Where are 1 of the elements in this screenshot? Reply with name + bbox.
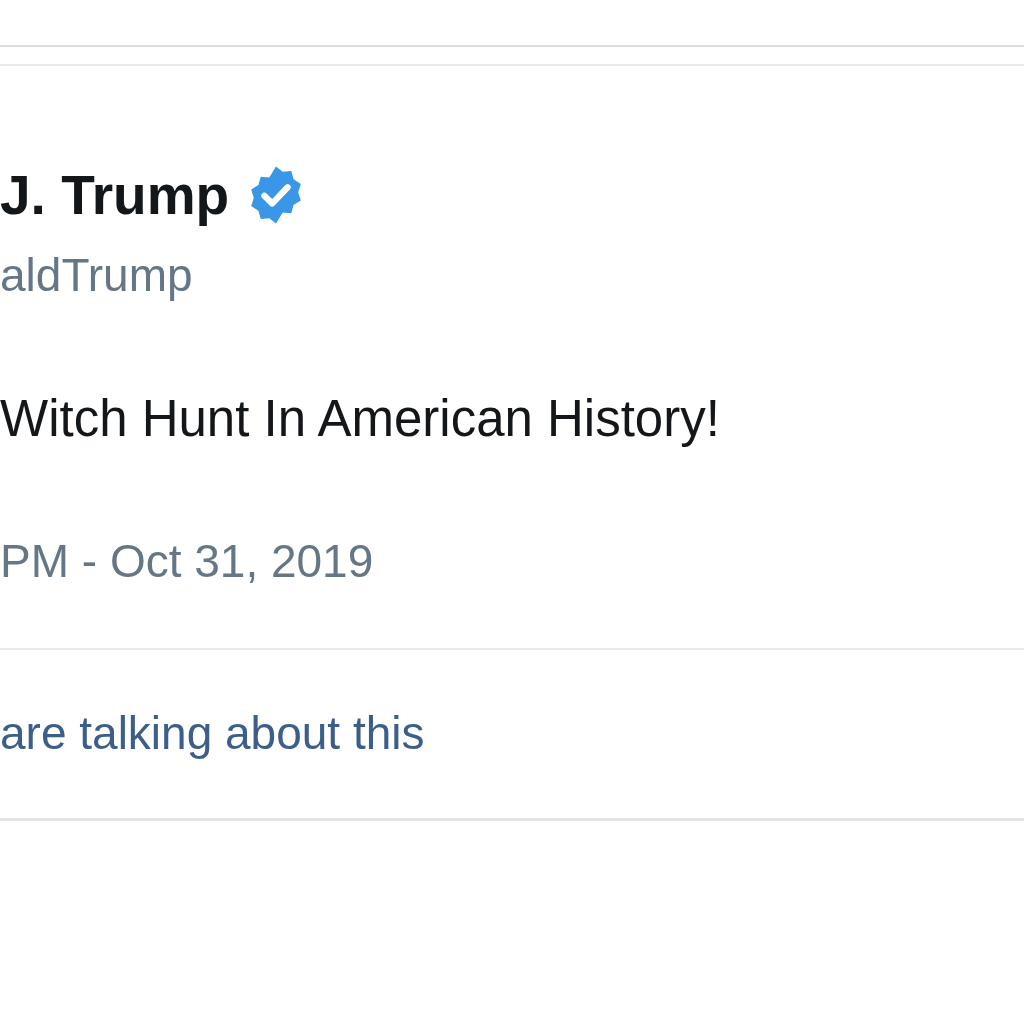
- tweet-timestamp[interactable]: PM - Oct 31, 2019: [0, 538, 1024, 584]
